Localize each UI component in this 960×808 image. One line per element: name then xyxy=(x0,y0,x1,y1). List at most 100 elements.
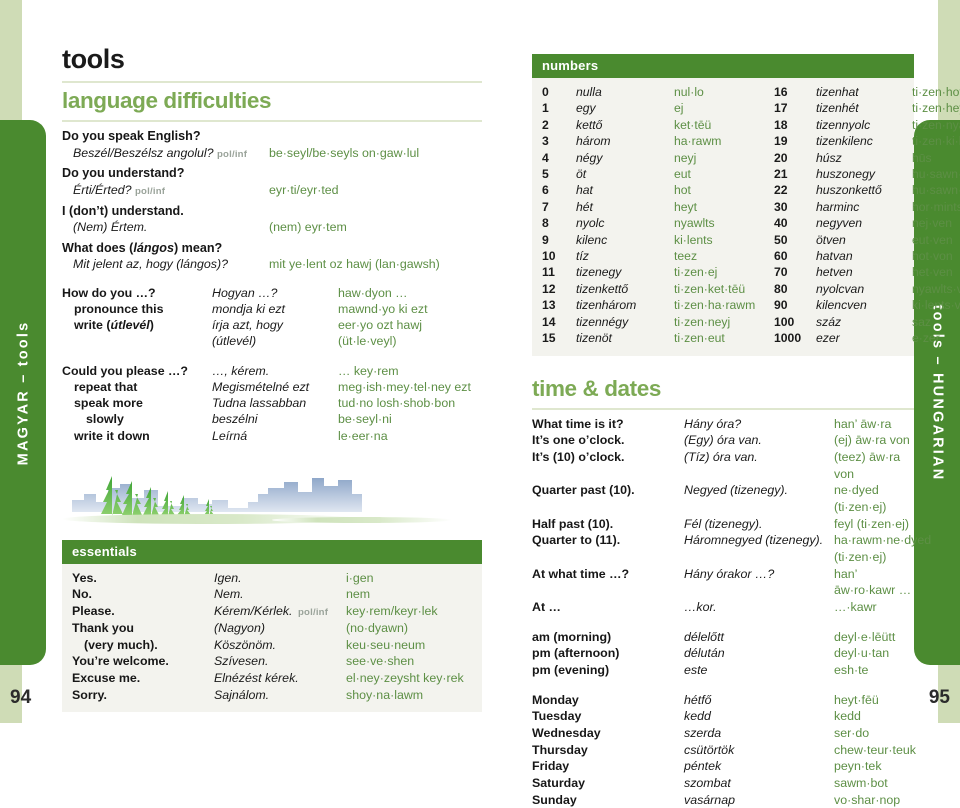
numbers-row: 13 tizenhárom ti·zen·ha·rawm 90 kilencven ki·… xyxy=(542,297,960,313)
number-pronunciation: ti·zen·ej xyxy=(674,265,718,280)
phrase-row: pronounce this mondja ki ezt mawnd·yo ki e… xyxy=(62,301,482,317)
number-hungarian: tizenhét xyxy=(816,101,859,116)
number-hungarian: kilenc xyxy=(576,232,608,247)
number-hungarian: hatvan xyxy=(816,249,853,264)
number-value: 5 xyxy=(542,167,549,182)
phrase-translation-row: Mit jelent az, hogy (lángos)? mit ye·lent… xyxy=(62,256,482,272)
numbers-row: 1 egy ej 17 tizenhét ti·zen·heyt xyxy=(542,100,960,116)
time-english: It’s (10) o’clock. xyxy=(532,449,625,464)
number-value: 50 xyxy=(774,232,788,247)
essentials-row: You’re welcome. Szívesen. see·ve·shen xyxy=(72,653,472,670)
essentials-english: Sorry. xyxy=(72,687,107,702)
daypart-pronunciation: esh·te xyxy=(834,662,869,677)
number-value: 60 xyxy=(774,249,788,264)
cityscape-with-trees-illustration xyxy=(62,454,482,532)
number-value: 15 xyxy=(542,331,556,346)
numbers-row: 2 kettő ket·tēü 18 tizennyolc ti·zen·nyawlts xyxy=(542,117,960,133)
essentials-pronunciation: nem xyxy=(346,587,371,602)
essentials-hungarian: Sajnálom. xyxy=(214,687,270,702)
number-hungarian: negyven xyxy=(816,216,863,231)
weekday-row: Wednesday szerda ser·do xyxy=(532,725,914,742)
essentials-hungarian: Elnézést kérek. xyxy=(214,670,299,685)
phrase-english: How do you …? xyxy=(62,285,156,300)
phrase-translation-row: Érti/Érted? pol/inf eyr·ti/eyr·ted xyxy=(62,182,482,199)
phrase-entry: Do you speak English? Beszél/Beszélsz ang… xyxy=(62,128,482,161)
phrase-english: Do you speak English? xyxy=(62,129,201,143)
phrase-pronunciation: (nem) eyr·tem xyxy=(269,220,347,235)
time-pronunciation: feyl (ti·zen·ej) xyxy=(834,516,910,531)
number-pronunciation: ti·zen·heyt xyxy=(912,101,960,116)
weekday-english: Monday xyxy=(532,692,579,707)
phrase-pronunciation: haw·dyon … xyxy=(338,285,408,300)
section-rule xyxy=(62,120,482,122)
number-hungarian: nyolc xyxy=(576,216,605,231)
weekday-hungarian: szombat xyxy=(684,775,731,790)
number-value: 70 xyxy=(774,265,788,280)
phrase-pronunciation: (üt·le·veyl) xyxy=(338,333,397,348)
weekday-english: Saturday xyxy=(532,775,586,790)
number-value: 14 xyxy=(542,314,556,329)
daypart-english: pm (afternoon) xyxy=(532,646,620,661)
time-row: At … …kor. …·kawr xyxy=(532,599,914,616)
weekday-pronunciation: ser·do xyxy=(834,725,870,740)
number-value: 3 xyxy=(542,134,549,149)
essentials-row: Yes. Igen. i·gen xyxy=(72,570,472,587)
left-page-number: 94 xyxy=(10,687,32,708)
time-rows: What time is it? Hány óra? han’ āw·ra It’s … xyxy=(532,416,931,616)
number-hungarian: nyolcvan xyxy=(816,281,865,296)
number-hungarian: három xyxy=(576,134,611,149)
number-pronunciation: neyj xyxy=(674,150,697,165)
essentials-heading: essentials xyxy=(62,539,482,564)
left-thumb-tab[interactable]: MAGYAR – tools xyxy=(0,120,46,665)
time-english: At … xyxy=(532,599,561,614)
daypart-row: pm (afternoon) délután deyl·u·tan xyxy=(532,645,914,662)
number-pronunciation: hor·mints xyxy=(912,199,960,214)
phrase-english: pronounce this xyxy=(74,301,164,316)
time-hungarian: …kor. xyxy=(684,599,717,614)
phrase-pronunciation: mit ye·lent oz hawj (lan·gawsh) xyxy=(269,257,440,272)
numbers-row: 7 hét heyt 30 harminc hor·mints xyxy=(542,199,960,215)
number-value: 6 xyxy=(542,183,549,198)
number-value: 10 xyxy=(542,249,556,264)
number-pronunciation: hu·sawn·ej xyxy=(912,167,960,182)
essentials-row: Please. Kérem/Kérlek. pol/inf key·rem/keyr… xyxy=(72,603,472,620)
weekday-english: Thursday xyxy=(532,742,588,757)
phrase-pronunciation: eyr·ti/eyr·ted xyxy=(269,182,339,197)
number-pronunciation: nyawlts·von xyxy=(912,281,960,296)
phrase-english: write (útlevél) xyxy=(74,317,154,332)
number-value: 22 xyxy=(774,183,788,198)
weekday-row: Thursday csütörtök chew·teur·teuk xyxy=(532,742,916,759)
weekday-hungarian: hétfő xyxy=(684,692,712,707)
time-row: What time is it? Hány óra? han’ āw·ra xyxy=(532,416,914,433)
number-hungarian: tizenkilenc xyxy=(816,134,873,149)
essentials-pronunciation: keu·seu·neum xyxy=(346,637,426,652)
essentials-row: (very much). Köszönöm. keu·seu·neum xyxy=(72,637,472,654)
number-pronunciation: hot·von xyxy=(912,249,953,264)
page-spread: MAGYAR – tools 94 tools – HUNGARIAN 95 t… xyxy=(0,0,960,807)
phrase-english: I (don’t) understand. xyxy=(62,203,184,218)
time-hungarian: Háromnegyed (tizenegy). xyxy=(684,533,824,548)
essentials-hungarian: Kérem/Kérlek. pol/inf xyxy=(214,603,329,618)
number-pronunciation: het·ven xyxy=(912,265,953,280)
essentials-rows: Yes. Igen. i·gen No. Nem. nem Please. Kérem/Kér… xyxy=(62,564,482,713)
number-pronunciation: eut·ven xyxy=(912,232,953,247)
numbers-row: 5 öt eut 21 huszonegy hu·sawn·ej xyxy=(542,166,960,182)
daypart-hungarian: este xyxy=(684,662,708,677)
number-hungarian: nulla xyxy=(576,85,602,99)
essentials-hungarian: Nem. xyxy=(214,587,244,602)
phrase-english: speak more xyxy=(74,396,143,411)
number-hungarian: öt xyxy=(576,167,587,182)
phrase-row: write it down Leírná le·eer·na xyxy=(62,428,482,444)
phrase-translation-row: Beszél/Beszélsz angolul? pol/inf be·seyl/… xyxy=(62,145,482,162)
phrase-hungarian: Hogyan …? xyxy=(212,285,278,300)
phrase-entry: What does (lángos) mean? Mit jelent az, h… xyxy=(62,240,482,273)
number-value: 20 xyxy=(774,150,788,165)
number-value: 11 xyxy=(542,265,555,280)
phrase-hungarian: (útlevél) xyxy=(212,333,257,348)
time-english: It’s one o’clock. xyxy=(532,433,625,448)
number-hungarian: tizennégy xyxy=(576,314,629,329)
essentials-row: Sorry. Sajnálom. shoy·na·lawm xyxy=(72,687,472,704)
time-row: Half past (10). Fél (tizenegy). feyl (ti·z… xyxy=(532,516,914,533)
number-pronunciation: ti·zen·ket·tēü xyxy=(674,281,746,296)
time-row: It’s one o’clock. (Egy) óra van. (ej) āw·r… xyxy=(532,432,914,449)
